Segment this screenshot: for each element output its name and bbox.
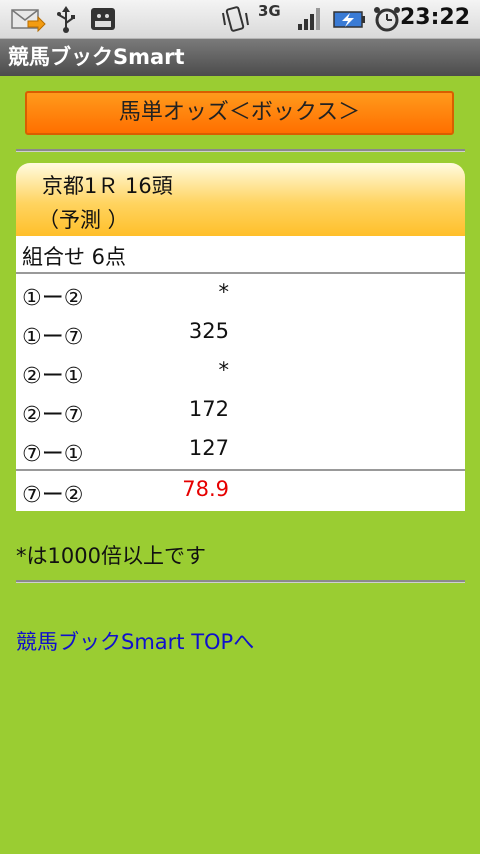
combination: ②ー① xyxy=(22,364,84,389)
combination: ①ー② xyxy=(22,286,84,311)
combination: ①ー⑦ xyxy=(22,325,84,350)
odds-table: 組合せ 6点 ①ー② * ①ー⑦ 325 ②ー① * ②ー⑦ 172 ⑦ー① 1… xyxy=(16,236,465,511)
table-row-lowest: ⑦ー② 78.9 xyxy=(16,473,465,511)
combination: ⑦ー② xyxy=(22,483,84,508)
alarm-icon xyxy=(372,5,402,37)
race-info-card: 京都1Ｒ 16頭 （予測 ） xyxy=(16,163,465,236)
footnote: *は1000倍以上です xyxy=(16,544,206,568)
odds-value: * xyxy=(218,280,230,304)
table-header: 組合せ 6点 xyxy=(22,245,127,269)
mail-icon xyxy=(10,5,46,37)
table-row: ②ー① * xyxy=(16,354,465,392)
odds-value: 172 xyxy=(188,397,229,421)
vibrate-icon xyxy=(220,5,250,37)
header-divider xyxy=(16,272,465,274)
table-row: ①ー⑦ 325 xyxy=(16,315,465,353)
odds-value: * xyxy=(218,358,230,382)
app-title: 競馬ブックSmart xyxy=(8,45,185,69)
usb-icon xyxy=(55,5,77,37)
signal-icon xyxy=(296,5,324,37)
odds-value: 325 xyxy=(188,319,229,343)
odds-value: 127 xyxy=(188,436,229,460)
row-divider xyxy=(16,469,465,471)
status-bar: 3G 23:22 xyxy=(0,0,480,39)
top-page-link[interactable]: 競馬ブックSmart TOPへ xyxy=(16,626,254,656)
combination: ②ー⑦ xyxy=(22,403,84,428)
lowest-odds-value: 78.9 xyxy=(182,477,229,501)
combination: ⑦ー① xyxy=(22,442,84,467)
android-debug-icon xyxy=(88,5,118,37)
odds-type-header: 馬単オッズ＜ボックス＞ xyxy=(25,91,454,135)
divider xyxy=(16,149,465,152)
battery-charging-icon xyxy=(332,5,366,37)
race-note: （予測 ） xyxy=(38,208,129,232)
table-row: ⑦ー① 127 xyxy=(16,432,465,470)
app-title-bar: 競馬ブックSmart xyxy=(0,39,480,76)
race-name: 京都1Ｒ 16頭 xyxy=(42,174,173,198)
table-row: ②ー⑦ 172 xyxy=(16,393,465,431)
clock: 23:22 xyxy=(399,5,470,30)
divider xyxy=(16,580,465,583)
table-row: ①ー② * xyxy=(16,276,465,314)
network-type: 3G xyxy=(258,2,281,20)
